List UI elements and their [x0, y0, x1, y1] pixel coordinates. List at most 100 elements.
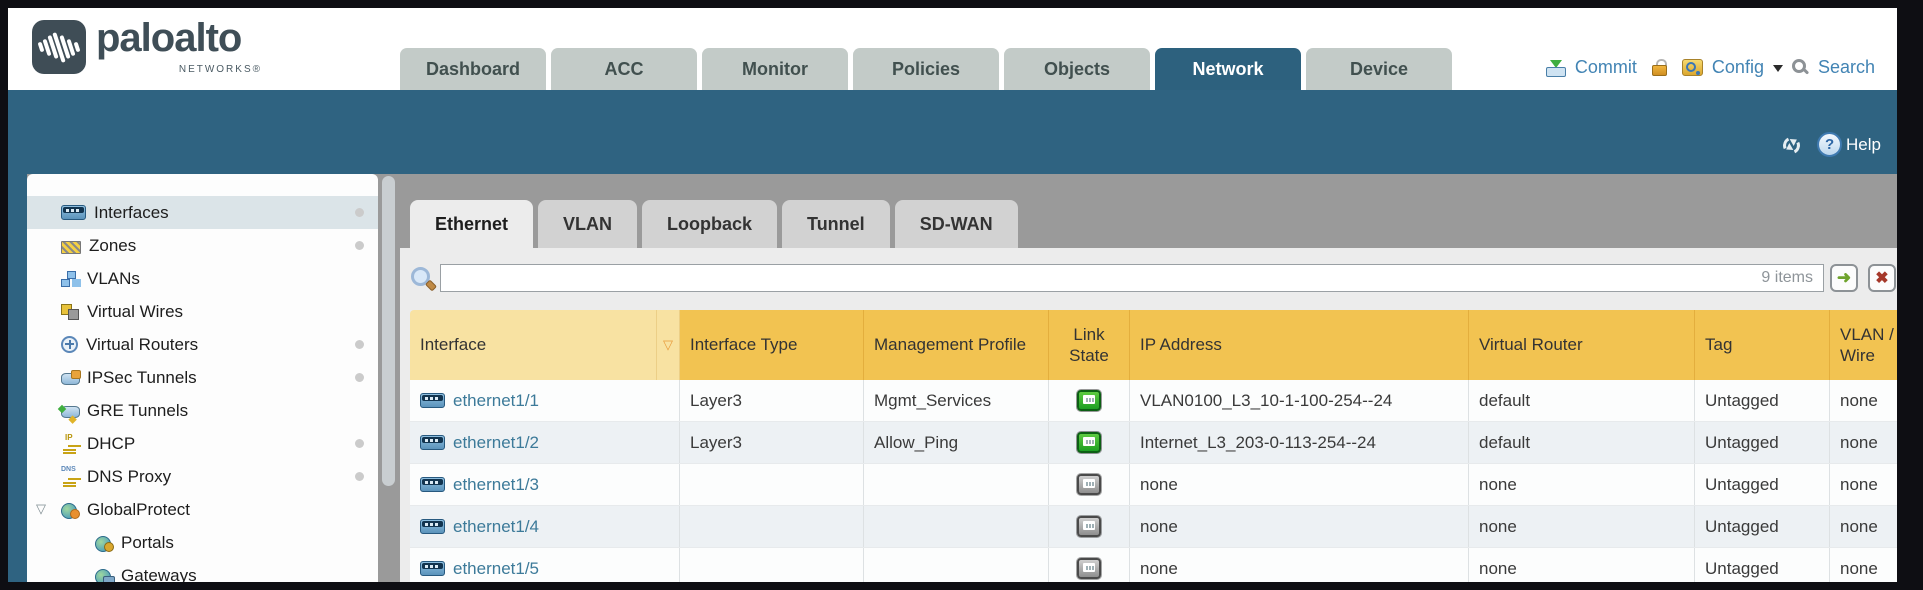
cell-tag: Untagged: [1695, 464, 1830, 505]
subtab-tunnel[interactable]: Tunnel: [782, 200, 890, 248]
column-header-ip-address[interactable]: IP Address: [1130, 310, 1469, 380]
column-header-interface-type[interactable]: Interface Type: [680, 310, 864, 380]
interface-type-tabs: EthernetVLANLoopbackTunnelSD-WAN: [410, 200, 1018, 248]
sidebar-item-virtual-wires[interactable]: Virtual Wires: [27, 295, 378, 328]
sidebar-item-gateways[interactable]: Gateways: [27, 559, 378, 582]
cell-interface: ethernet1/5: [410, 548, 680, 582]
sidebar-item-vlans[interactable]: VLANs: [27, 262, 378, 295]
sidebar-item-dhcp[interactable]: DHCP: [27, 427, 378, 460]
apply-filter-button[interactable]: ➜: [1830, 264, 1858, 292]
sidebar-item-label: GRE Tunnels: [87, 401, 188, 421]
dns-icon: [61, 469, 79, 485]
column-header-link-state[interactable]: Link State: [1049, 310, 1130, 380]
sidebar-item-virtual-routers[interactable]: Virtual Routers: [27, 328, 378, 361]
help-icon[interactable]: ?: [1817, 132, 1842, 157]
link-state-down-icon[interactable]: [1077, 516, 1101, 537]
sidebar-item-dns-proxy[interactable]: DNS Proxy: [27, 460, 378, 493]
ipsec-icon: [61, 370, 79, 386]
filter-bar: 9 items ➜ ✖: [400, 248, 1897, 310]
tab-network[interactable]: Network: [1155, 48, 1301, 90]
lock-icon[interactable]: [1652, 59, 1667, 76]
table-row[interactable]: ethernet1/4nonenoneUntaggednone: [410, 506, 1897, 548]
column-header-tag[interactable]: Tag: [1695, 310, 1830, 380]
cell-tag: Untagged: [1695, 548, 1830, 582]
dhcp-icon: [61, 436, 79, 452]
sidebar-scrollbar-thumb[interactable]: [382, 176, 395, 486]
link-state-down-icon[interactable]: [1077, 558, 1101, 579]
sidebar-item-interfaces[interactable]: Interfaces: [27, 196, 378, 229]
sidebar-item-label: DNS Proxy: [87, 467, 171, 487]
subtab-vlan[interactable]: VLAN: [538, 200, 637, 248]
cell-interface-type: [680, 506, 864, 547]
search-icon[interactable]: [1792, 59, 1809, 76]
filter-search-icon: [410, 266, 434, 290]
paloalto-logo: paloalto NETWORKS®: [32, 18, 262, 80]
config-dropdown-caret-icon[interactable]: [1773, 65, 1783, 77]
search-button[interactable]: Search: [1818, 57, 1875, 78]
sidebar-item-zones[interactable]: Zones: [27, 229, 378, 262]
sidebar-item-ipsec-tunnels[interactable]: IPSec Tunnels: [27, 361, 378, 394]
column-header-virtual-router[interactable]: Virtual Router: [1469, 310, 1695, 380]
tab-policies[interactable]: Policies: [853, 48, 999, 90]
interface-link[interactable]: ethernet1/4: [453, 517, 539, 537]
interface-link[interactable]: ethernet1/1: [453, 391, 539, 411]
interfaces-table: Interface▽Interface TypeManagement Profi…: [410, 310, 1897, 582]
cell-interface-type: Layer3: [680, 422, 864, 463]
table-row[interactable]: ethernet1/2Layer3Allow_PingInternet_L3_2…: [410, 422, 1897, 464]
cell-management-profile: [864, 548, 1049, 582]
sidebar-item-label: Interfaces: [94, 203, 169, 223]
tab-monitor[interactable]: Monitor: [702, 48, 848, 90]
cell-interface: ethernet1/2: [410, 422, 680, 463]
expander-icon[interactable]: ▽: [36, 501, 46, 517]
interface-icon: [420, 477, 445, 492]
sidebar-item-portals[interactable]: Portals: [27, 526, 378, 559]
filter-input[interactable]: 9 items: [440, 264, 1824, 292]
sidebar-item-gre-tunnels[interactable]: GRE Tunnels: [27, 394, 378, 427]
cell-ip-address: none: [1130, 548, 1469, 582]
content-area: InterfacesZonesVLANsVirtual WiresVirtual…: [8, 174, 1897, 582]
column-header-interface[interactable]: Interface: [410, 310, 657, 380]
refresh-icon[interactable]: [1782, 136, 1801, 153]
config-button[interactable]: Config: [1712, 57, 1764, 78]
interface-icon: [420, 393, 445, 408]
tab-dashboard[interactable]: Dashboard: [400, 48, 546, 90]
interface-link[interactable]: ethernet1/3: [453, 475, 539, 495]
commit-button[interactable]: Commit: [1575, 57, 1637, 78]
interface-link[interactable]: ethernet1/2: [453, 433, 539, 453]
cell-vlan-wire: none: [1830, 548, 1897, 582]
tab-device[interactable]: Device: [1306, 48, 1452, 90]
help-link[interactable]: Help: [1846, 135, 1881, 155]
sidebar-item-label: IPSec Tunnels: [87, 368, 197, 388]
link-state-up-icon[interactable]: [1077, 432, 1101, 453]
cell-ip-address: none: [1130, 506, 1469, 547]
logo-brand-text: paloalto: [96, 16, 241, 61]
clear-filter-button[interactable]: ✖: [1868, 264, 1896, 292]
cell-virtual-router: none: [1469, 464, 1695, 505]
cell-management-profile: [864, 464, 1049, 505]
subtab-sd-wan[interactable]: SD-WAN: [895, 200, 1018, 248]
link-state-up-icon[interactable]: [1077, 390, 1101, 411]
sidebar-item-label: VLANs: [87, 269, 140, 289]
subtab-loopback[interactable]: Loopback: [642, 200, 777, 248]
status-dot: [355, 208, 364, 217]
logo-networks-text: NETWORKS®: [96, 64, 262, 75]
column-header-management-profile[interactable]: Management Profile: [864, 310, 1049, 380]
sort-dropdown-icon[interactable]: ▽: [657, 310, 680, 380]
paloalto-logo-icon: [32, 20, 86, 74]
interface-link[interactable]: ethernet1/5: [453, 559, 539, 579]
status-dot: [355, 373, 364, 382]
sidebar-item-label: Zones: [89, 236, 136, 256]
link-state-down-icon[interactable]: [1077, 474, 1101, 495]
table-row[interactable]: ethernet1/3nonenoneUntaggednone: [410, 464, 1897, 506]
commit-icon[interactable]: [1546, 59, 1566, 77]
table-row[interactable]: ethernet1/5nonenoneUntaggednone: [410, 548, 1897, 582]
subtab-ethernet[interactable]: Ethernet: [410, 200, 533, 248]
tab-objects[interactable]: Objects: [1004, 48, 1150, 90]
config-icon[interactable]: [1682, 59, 1703, 76]
sidebar-item-label: Gateways: [121, 566, 197, 583]
column-header-vlan-virtual-wire[interactable]: VLAN / Virtual Wire: [1830, 310, 1897, 380]
table-row[interactable]: ethernet1/1Layer3Mgmt_ServicesVLAN0100_L…: [410, 380, 1897, 422]
sidebar-item-globalprotect[interactable]: ▽GlobalProtect: [27, 493, 378, 526]
cell-tag: Untagged: [1695, 422, 1830, 463]
tab-acc[interactable]: ACC: [551, 48, 697, 90]
